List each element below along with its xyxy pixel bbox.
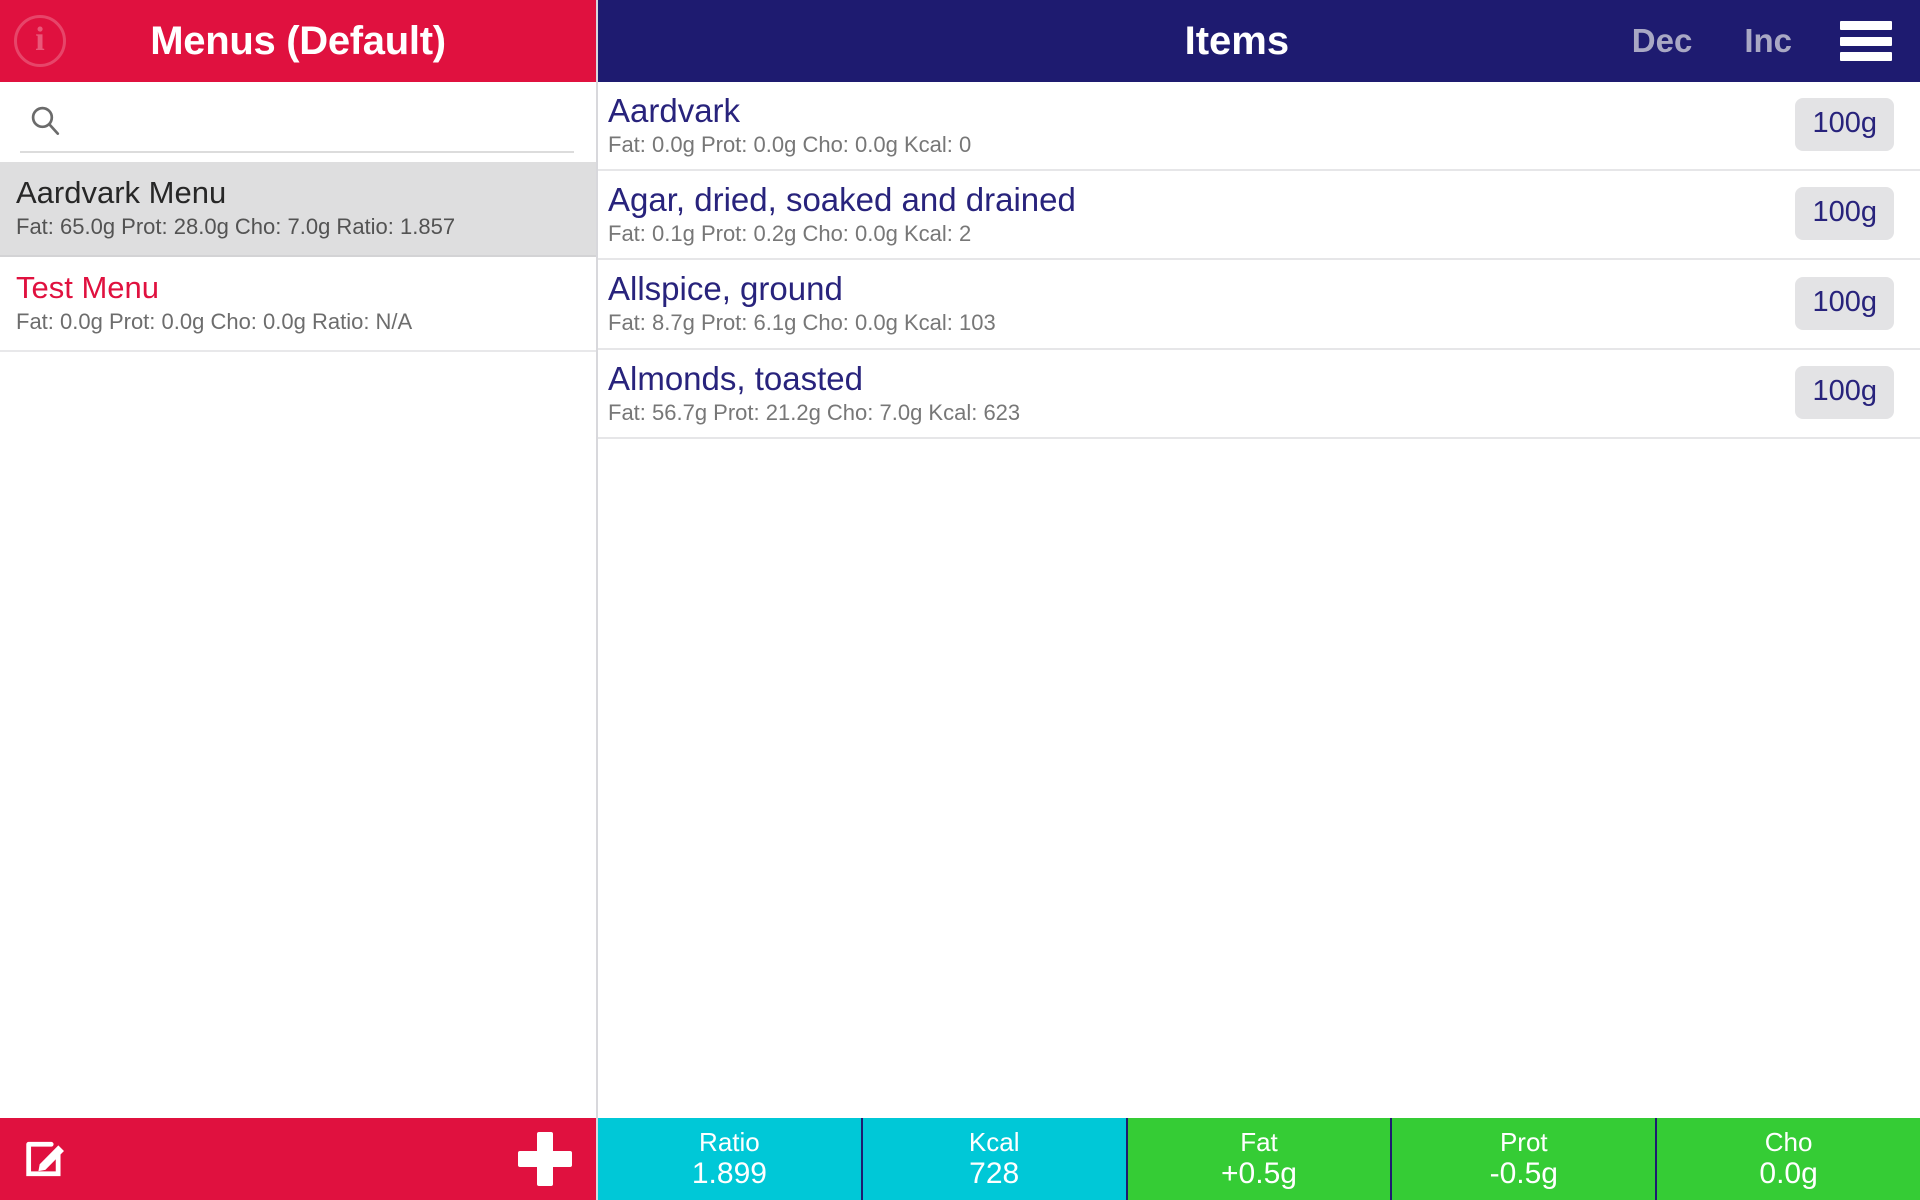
items-header-actions: Dec Inc: [1606, 21, 1896, 61]
status-cell-fat[interactable]: Fat +0.5g: [1127, 1118, 1393, 1200]
status-value: +0.5g: [1221, 1156, 1297, 1190]
status-value: -0.5g: [1489, 1156, 1558, 1190]
menu-item-macros: Fat: 0.0g Prot: 0.0g Cho: 0.0g Ratio: N/…: [16, 308, 413, 334]
plus-icon[interactable]: [518, 1132, 572, 1186]
hamburger-bar: [1840, 36, 1892, 46]
status-label: Fat: [1240, 1127, 1278, 1158]
hamburger-bar: [1840, 21, 1892, 30]
status-value: 1.899: [691, 1156, 767, 1190]
menu-search-field[interactable]: [20, 91, 574, 153]
menu-item-title: Aardvark Menu: [16, 175, 227, 210]
search-input[interactable]: [72, 100, 574, 140]
hamburger-menu-icon[interactable]: [1840, 21, 1892, 61]
status-cell-prot[interactable]: Prot -0.5g: [1392, 1118, 1658, 1200]
status-label: Ratio: [699, 1127, 760, 1158]
status-value: 0.0g: [1759, 1156, 1818, 1190]
item-title: Aardvark: [608, 92, 741, 129]
status-label: Prot: [1499, 1127, 1548, 1158]
item-row[interactable]: Agar, dried, soaked and drained Fat: 0.1…: [598, 171, 1920, 261]
menu-list: Aardvark Menu Fat: 65.0g Prot: 28.0g Cho…: [0, 162, 596, 1118]
item-row[interactable]: Aardvark Fat: 0.0g Prot: 0.0g Cho: 0.0g …: [598, 82, 1920, 172]
menu-item-macros: Fat: 65.0g Prot: 28.0g Cho: 7.0g Ratio: …: [16, 213, 456, 239]
item-title: Allspice, ground: [608, 270, 843, 308]
menu-item-title: Test Menu: [16, 270, 160, 306]
item-text-block: Aardvark Fat: 0.0g Prot: 0.0g Cho: 0.0g …: [608, 92, 1777, 157]
status-cell-cho[interactable]: Cho 0.0g: [1657, 1118, 1920, 1200]
app-root: i Menus (Default) Aardvark Menu Fat: 65.…: [0, 0, 1920, 1200]
items-header: Items Dec Inc: [598, 0, 1920, 82]
nutrition-status-bar: Ratio 1.899 Kcal 728 Fat +0.5g Prot -0.5…: [598, 1118, 1920, 1200]
search-icon: [28, 103, 62, 137]
status-label: Cho: [1764, 1127, 1813, 1158]
item-macros: Fat: 0.1g Prot: 0.2g Cho: 0.0g Kcal: 2: [608, 221, 972, 247]
menus-panel-title: Menus (Default): [150, 18, 446, 63]
edit-icon[interactable]: [20, 1133, 72, 1185]
item-row[interactable]: Allspice, ground Fat: 8.7g Prot: 6.1g Ch…: [598, 260, 1920, 350]
menu-list-item[interactable]: Aardvark Menu Fat: 65.0g Prot: 28.0g Cho…: [0, 162, 596, 258]
increment-button[interactable]: Inc: [1718, 22, 1818, 60]
menus-header: i Menus (Default): [0, 0, 596, 82]
status-label: Kcal: [968, 1127, 1020, 1158]
menu-search-row: [0, 82, 596, 162]
info-icon[interactable]: i: [14, 15, 66, 67]
status-cell-ratio[interactable]: Ratio 1.899: [598, 1118, 863, 1200]
item-text-block: Almonds, toasted Fat: 56.7g Prot: 21.2g …: [608, 360, 1777, 425]
item-macros: Fat: 0.0g Prot: 0.0g Cho: 0.0g Kcal: 0: [608, 131, 972, 157]
item-row[interactable]: Almonds, toasted Fat: 56.7g Prot: 21.2g …: [598, 350, 1920, 439]
items-panel: Items Dec Inc Aardvark Fat: 0.0g Prot: 0…: [598, 0, 1920, 1200]
decrement-button[interactable]: Dec: [1606, 22, 1719, 60]
status-cell-kcal[interactable]: Kcal 728: [862, 1118, 1128, 1200]
status-value: 728: [969, 1156, 1020, 1190]
item-amount-badge[interactable]: 100g: [1795, 98, 1894, 152]
menu-list-item[interactable]: Test Menu Fat: 0.0g Prot: 0.0g Cho: 0.0g…: [0, 257, 596, 353]
items-panel-title: Items: [1184, 18, 1290, 63]
item-macros: Fat: 8.7g Prot: 6.1g Cho: 0.0g Kcal: 103: [608, 310, 996, 336]
menus-panel: i Menus (Default) Aardvark Menu Fat: 65.…: [0, 0, 598, 1200]
item-amount-badge[interactable]: 100g: [1795, 187, 1894, 241]
item-title: Agar, dried, soaked and drained: [608, 181, 1076, 219]
item-text-block: Agar, dried, soaked and drained Fat: 0.1…: [608, 181, 1777, 246]
item-title: Almonds, toasted: [608, 359, 863, 397]
item-text-block: Allspice, ground Fat: 8.7g Prot: 6.1g Ch…: [608, 270, 1777, 335]
hamburger-bar: [1840, 52, 1892, 61]
item-amount-badge[interactable]: 100g: [1795, 276, 1894, 330]
item-macros: Fat: 56.7g Prot: 21.2g Cho: 7.0g Kcal: 6…: [608, 399, 1021, 425]
menus-footer-toolbar: [0, 1118, 596, 1200]
item-amount-badge[interactable]: 100g: [1795, 365, 1894, 419]
items-list: Aardvark Fat: 0.0g Prot: 0.0g Cho: 0.0g …: [598, 82, 1920, 1118]
